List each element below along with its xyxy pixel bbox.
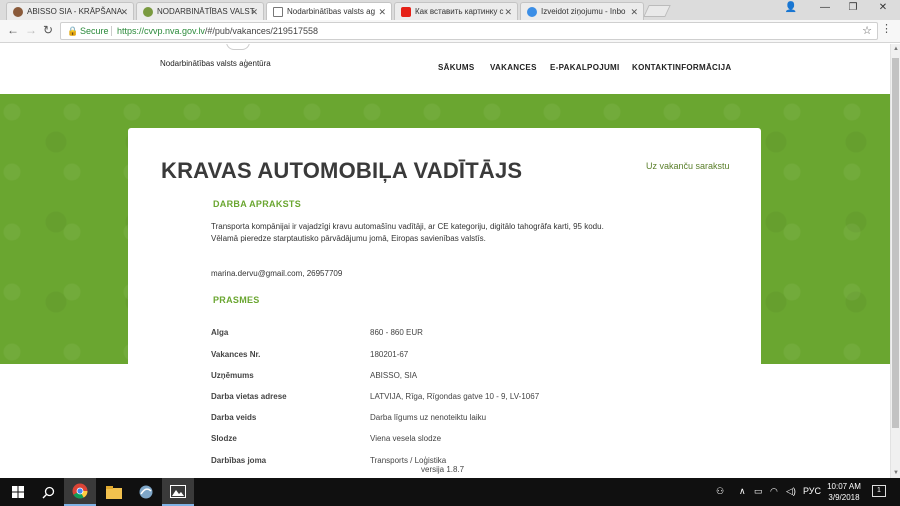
detail-value-company: ABISSO, SIA <box>370 371 418 380</box>
back-arrow-icon[interactable]: ← <box>7 23 19 37</box>
detail-label-work-type: Darba veids <box>211 413 257 422</box>
mail-favicon-icon <box>527 7 537 17</box>
url-host: https://cvvp.nva.gov.lv <box>117 26 205 36</box>
tab-close-icon[interactable]: ✕ <box>504 3 512 20</box>
tab-close-icon[interactable]: ✕ <box>630 3 638 20</box>
page-favicon-icon <box>273 7 283 17</box>
tab-favicon-icon <box>143 7 153 17</box>
detail-value-work-type: Darba līgums uz nenoteiktu laiku <box>370 413 487 422</box>
scroll-up-icon[interactable]: ▲ <box>893 46 899 52</box>
browser-tab-5[interactable]: Izveidot ziņojumu - Inbo ✕ <box>520 2 644 20</box>
volume-icon[interactable]: ◁) <box>786 486 796 497</box>
reload-icon[interactable]: ↻ <box>43 23 53 37</box>
tab-close-icon[interactable]: ✕ <box>378 3 386 20</box>
tab-title: Как вставить картинку с <box>415 7 504 16</box>
photos-icon <box>170 484 186 498</box>
new-tab-button[interactable] <box>643 5 671 17</box>
detail-value-vacancy-number: 180201-67 <box>370 350 409 359</box>
forward-arrow-icon[interactable]: → <box>25 23 37 37</box>
taskbar-photos[interactable] <box>162 478 194 506</box>
detail-label-address: Darba vietas adrese <box>211 392 287 401</box>
detail-label-company: Uzņēmums <box>211 371 254 380</box>
battery-icon[interactable]: ▭ <box>754 486 763 497</box>
nav-kontaktinformacija[interactable]: KONTAKTINFORMĀCIJA <box>632 63 731 72</box>
scrollbar-thumb[interactable] <box>892 58 899 428</box>
lock-icon: 🔒 <box>67 26 79 36</box>
logo-emblem-icon <box>226 44 250 50</box>
chrome-icon <box>72 483 88 499</box>
browser-tab-2[interactable]: NODARBINĀTĪBAS VALST ✕ <box>136 2 264 20</box>
detail-value-workload: Viena vesela slodze <box>370 434 442 443</box>
tab-favicon-icon <box>13 7 23 17</box>
system-clock[interactable]: 10:07 AM 3/9/2018 <box>820 481 868 503</box>
page-scrollbar[interactable]: ▲ ▼ <box>890 44 900 478</box>
browser-tab-1[interactable]: ABISSO SIA - KRĀPŠANA ✕ <box>6 2 134 20</box>
vacancy-card: KRAVAS AUTOMOBIĻA VADĪTĀJS Uz vakanču sa… <box>128 128 761 478</box>
search-icon <box>42 486 54 498</box>
description-line-1: Transporta kompānijai ir vajadzīgi kravu… <box>211 222 604 231</box>
people-icon[interactable]: ⚇ <box>716 486 724 497</box>
nav-vakances[interactable]: VAKANCES <box>490 63 537 72</box>
back-to-list-link[interactable]: Uz vakanču sarakstu <box>646 161 730 171</box>
description-line-2: Vēlamā pieredze starptautisko pārvādājum… <box>211 234 486 243</box>
detail-label-salary: Alga <box>211 328 229 337</box>
app-icon <box>139 485 153 499</box>
network-icon[interactable]: ◠ <box>770 486 778 497</box>
app-version: versija 1.8.7 <box>421 465 465 474</box>
tab-title: NODARBINĀTĪBAS VALST <box>157 7 255 16</box>
detail-value-address: LATVIJA, Rīga, Rīgondas gatve 10 - 9, LV… <box>370 392 540 401</box>
browser-tab-3-active[interactable]: Nodarbinātības valsts ag ✕ <box>266 2 392 20</box>
description-heading: DARBA APRAKSTS <box>213 199 302 209</box>
url-text[interactable]: https://cvvp.nva.gov.lv/#/pub/vakances/2… <box>117 23 318 39</box>
windows-logo-icon <box>12 486 24 498</box>
maximize-button[interactable]: ❐ <box>842 2 864 13</box>
site-logo[interactable]: Nodarbinātības valsts aģentūra <box>160 59 271 68</box>
job-title: KRAVAS AUTOMOBIĻA VADĪTĀJS <box>161 158 523 183</box>
nav-sakums[interactable]: SĀKUMS <box>438 63 474 72</box>
windows-taskbar: ⚇ ∧ ▭ ◠ ◁) РУС 10:07 AM 3/9/2018 1 <box>0 478 900 506</box>
detail-label-workload: Slodze <box>211 434 237 443</box>
requirements-heading: PRASMES <box>213 295 260 305</box>
tab-title: Nodarbinātības valsts ag <box>287 7 376 16</box>
browser-menu-icon[interactable]: ⋮ <box>881 22 892 35</box>
browser-tab-strip: ABISSO SIA - KRĀPŠANA ✕ NODARBINĀTĪBAS V… <box>0 0 900 20</box>
browser-tab-4[interactable]: Как вставить картинку с ✕ <box>394 2 518 20</box>
url-path: /#/pub/vakances/219517558 <box>204 26 318 36</box>
clock-date: 3/9/2018 <box>828 493 860 502</box>
minimize-button[interactable]: — <box>814 2 836 13</box>
secure-label: Secure <box>80 26 109 36</box>
language-indicator[interactable]: РУС <box>803 486 821 496</box>
close-window-button[interactable]: ✕ <box>872 2 894 13</box>
youtube-favicon-icon <box>401 7 411 17</box>
folder-icon <box>106 485 122 499</box>
scroll-down-icon[interactable]: ▼ <box>893 470 899 476</box>
taskbar-chrome[interactable] <box>64 478 96 506</box>
action-center-icon[interactable]: 1 <box>872 485 886 497</box>
detail-label-vacancy-number: Vakances Nr. <box>211 350 261 359</box>
address-bar[interactable]: 🔒 Secure https://cvvp.nva.gov.lv/#/pub/v… <box>60 22 878 40</box>
tab-title: Izveidot ziņojumu - Inbo <box>541 7 626 16</box>
search-button[interactable] <box>32 478 64 506</box>
profile-icon[interactable]: 👤 <box>780 2 802 13</box>
taskbar-app[interactable] <box>130 478 162 506</box>
contact-info: marina.dervu@gmail.com, 26957709 <box>211 269 343 278</box>
detail-value-salary: 860 - 860 EUR <box>370 328 423 337</box>
tab-close-icon[interactable]: ✕ <box>250 3 258 20</box>
taskbar-file-explorer[interactable] <box>98 478 130 506</box>
nav-e-pakalpojumi[interactable]: E-PAKALPOJUMI <box>550 63 620 72</box>
start-button[interactable] <box>2 478 34 506</box>
tab-title: ABISSO SIA - KRĀPŠANA <box>27 7 123 16</box>
clock-time: 10:07 AM <box>827 482 861 491</box>
show-hidden-icons-icon[interactable]: ∧ <box>739 486 746 497</box>
detail-value-field: Transports / Loģistika <box>370 456 447 465</box>
address-separator <box>111 26 112 36</box>
detail-label-field: Darbības joma <box>211 456 267 465</box>
bookmark-star-icon[interactable]: ☆ <box>862 23 872 39</box>
browser-toolbar: ← → ↻ 🔒 Secure https://cvvp.nva.gov.lv/#… <box>0 20 900 43</box>
web-page: Nodarbinātības valsts aģentūra SĀKUMS VA… <box>0 44 890 478</box>
tab-close-icon[interactable]: ✕ <box>120 3 128 20</box>
